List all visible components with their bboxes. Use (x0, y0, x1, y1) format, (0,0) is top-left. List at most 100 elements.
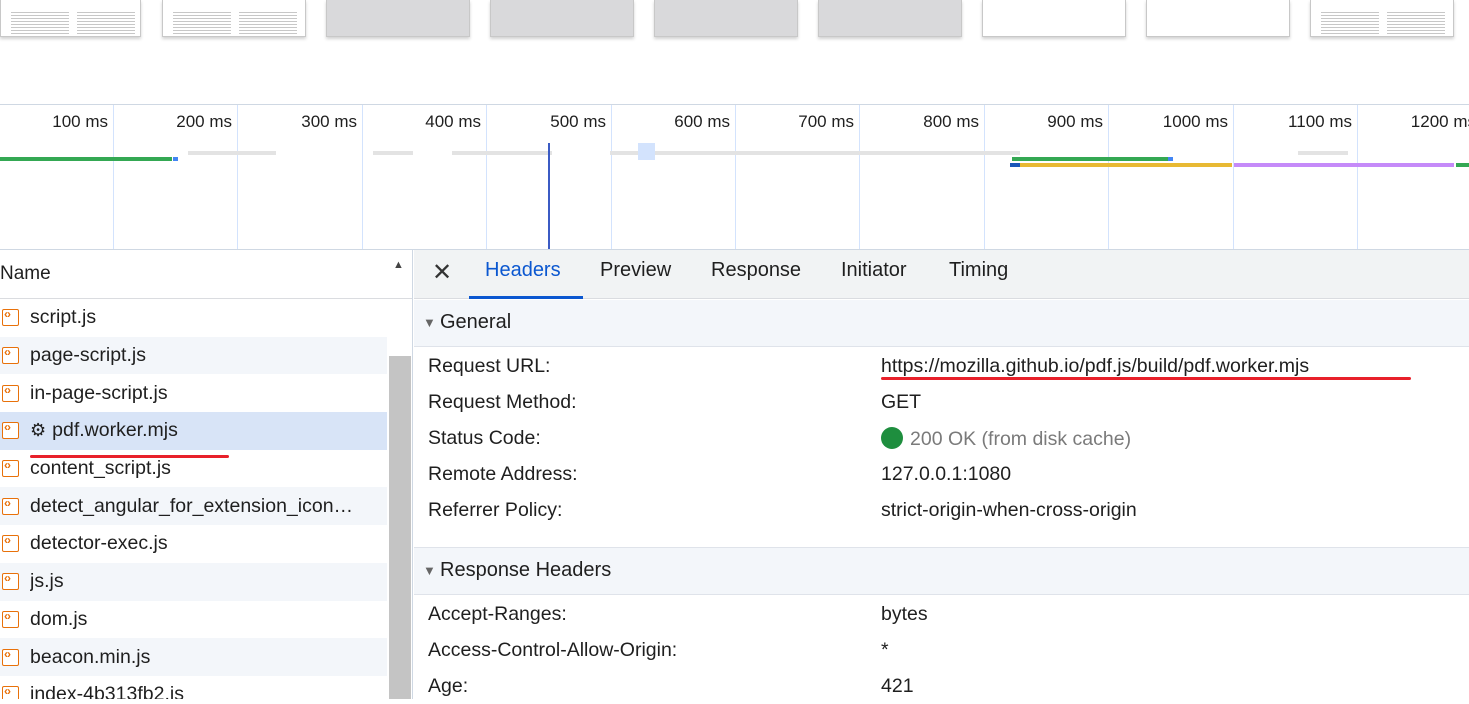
request-details-panel: ✕ Headers Preview Response Initiator Tim… (414, 250, 1469, 699)
request-name: index-4b313fb2.js (30, 683, 184, 699)
request-name: detector-exec.js (30, 532, 168, 555)
script-file-icon (2, 307, 19, 327)
script-file-icon (2, 533, 19, 553)
script-file-icon (2, 647, 19, 666)
timeline-bar (173, 157, 178, 161)
script-file-icon (2, 609, 19, 628)
header-value-status[interactable]: 200 OK (from disk cache) (881, 427, 1131, 451)
scrollbar-thumb[interactable] (389, 356, 411, 699)
screenshot-thumbnail[interactable] (1146, 0, 1290, 37)
tab-response[interactable]: Response (711, 259, 801, 282)
header-value[interactable]: bytes (881, 603, 928, 626)
header-value[interactable]: https://mozilla.github.io/pdf.js/build/p… (881, 355, 1309, 378)
filmstrip (0, 0, 1469, 104)
timeline-cursor (548, 143, 550, 249)
screenshot-thumbnail[interactable] (326, 0, 470, 37)
timeline-bar (1012, 157, 1168, 161)
header-key: Age: (428, 675, 469, 697)
section-title: Response Headers (440, 559, 612, 581)
timeline-bar (188, 151, 276, 155)
script-file-icon (2, 571, 19, 591)
timeline-bar (1456, 163, 1469, 167)
status-text: 200 OK (from disk cache) (910, 428, 1132, 450)
column-header-label: Name (0, 263, 51, 284)
request-row[interactable]: js.js (0, 562, 387, 601)
annotation-underline (30, 455, 229, 458)
request-row[interactable]: index-4b313fb2.js (0, 676, 387, 699)
timeline-bar (452, 151, 552, 155)
request-row[interactable]: detect_angular_for_extension_icon… (0, 487, 387, 526)
network-overview-timeline[interactable]: 100 ms 200 ms 300 ms 400 ms 500 ms 600 ms 700 … (0, 104, 1469, 250)
timeline-bars (0, 143, 1469, 249)
general-section-header[interactable]: ▼ General (414, 300, 1469, 347)
timeline-bar (1168, 157, 1173, 161)
timeline-bar (1234, 163, 1454, 167)
header-key: Referrer Policy: (428, 499, 563, 521)
collapse-triangle-icon[interactable]: ▼ (423, 563, 436, 578)
screenshot-thumbnail[interactable] (654, 0, 798, 37)
request-name: page-script.js (30, 344, 146, 367)
header-key: Remote Address: (428, 463, 578, 485)
screenshot-thumbnail[interactable] (0, 0, 141, 37)
details-tabbar: ✕ Headers Preview Response Initiator Tim… (414, 250, 1469, 299)
header-row-access-control-allow-origin: Access-Control-Allow-Origin: * (414, 632, 1469, 668)
header-row-remote-address: Remote Address: 127.0.0.1:1080 (414, 456, 1469, 492)
header-key: Access-Control-Allow-Origin: (428, 639, 678, 661)
header-row-referrer-policy: Referrer Policy: strict-origin-when-cros… (414, 492, 1469, 528)
request-name: pdf.worker.mjs (52, 419, 178, 442)
screenshot-thumbnail[interactable] (162, 0, 306, 37)
request-name: content_script.js (30, 457, 171, 480)
request-name: js.js (30, 570, 64, 593)
header-value[interactable]: strict-origin-when-cross-origin (881, 499, 1137, 522)
status-ok-icon (881, 427, 903, 449)
response-headers-section-header[interactable]: ▼ Response Headers (414, 548, 1469, 595)
request-row[interactable]: script.js (0, 299, 387, 337)
request-name: script.js (30, 306, 97, 329)
screenshot-thumbnail[interactable] (818, 0, 962, 37)
header-value[interactable]: 127.0.0.1:1080 (881, 463, 1011, 486)
header-row-request-method: Request Method: GET (414, 384, 1469, 420)
script-file-icon (2, 496, 19, 515)
request-name: detect_angular_for_extension_icon… (30, 494, 354, 517)
header-value[interactable]: 421 (881, 675, 914, 698)
request-row[interactable]: in-page-script.js (0, 374, 387, 412)
request-list[interactable]: Name ▲ script.js page-script.js in-page-sc… (0, 250, 413, 699)
header-row-accept-ranges: Accept-Ranges: bytes (414, 596, 1469, 632)
tab-preview[interactable]: Preview (600, 259, 671, 282)
timeline-bar (373, 151, 413, 155)
tab-initiator[interactable]: Initiator (841, 259, 907, 282)
header-value[interactable]: GET (881, 391, 921, 414)
header-row-status-code: Status Code: 200 OK (from disk cache) (414, 420, 1469, 456)
collapse-triangle-icon[interactable]: ▼ (423, 315, 436, 330)
request-row[interactable]: dom.js (0, 601, 387, 639)
sort-ascending-icon[interactable]: ▲ (393, 259, 404, 271)
request-rows: script.js page-script.js in-page-script.js… (0, 299, 387, 699)
timeline-bar (638, 143, 655, 160)
timeline-bar (1020, 163, 1232, 167)
request-row[interactable]: beacon.min.js (0, 638, 387, 676)
script-file-icon (2, 684, 19, 699)
gear-icon: ⚙ (30, 420, 47, 441)
request-row[interactable]: detector-exec.js (0, 525, 387, 563)
request-name: in-page-script.js (30, 381, 168, 404)
request-name: beacon.min.js (30, 645, 151, 668)
tab-timing[interactable]: Timing (949, 259, 1008, 282)
tab-headers[interactable]: Headers (485, 259, 561, 282)
request-name: dom.js (30, 607, 88, 630)
script-file-icon (2, 420, 19, 440)
request-row[interactable]: ⚙pdf.worker.mjs (0, 412, 387, 450)
header-value[interactable]: * (881, 639, 889, 662)
timeline-bar (1298, 151, 1348, 155)
section-title: General (440, 311, 512, 333)
screenshot-thumbnail[interactable] (490, 0, 634, 37)
script-file-icon (2, 458, 19, 478)
screenshot-thumbnail[interactable] (1310, 0, 1454, 37)
screenshot-thumbnail[interactable] (982, 0, 1126, 37)
request-row[interactable]: page-script.js (0, 336, 387, 375)
annotation-underline (881, 377, 1411, 380)
close-icon[interactable]: ✕ (432, 260, 452, 286)
name-column-header[interactable]: Name ▲ (0, 250, 412, 299)
header-key: Request URL: (428, 355, 551, 377)
header-key: Request Method: (428, 391, 577, 413)
timeline-bar (0, 157, 172, 161)
